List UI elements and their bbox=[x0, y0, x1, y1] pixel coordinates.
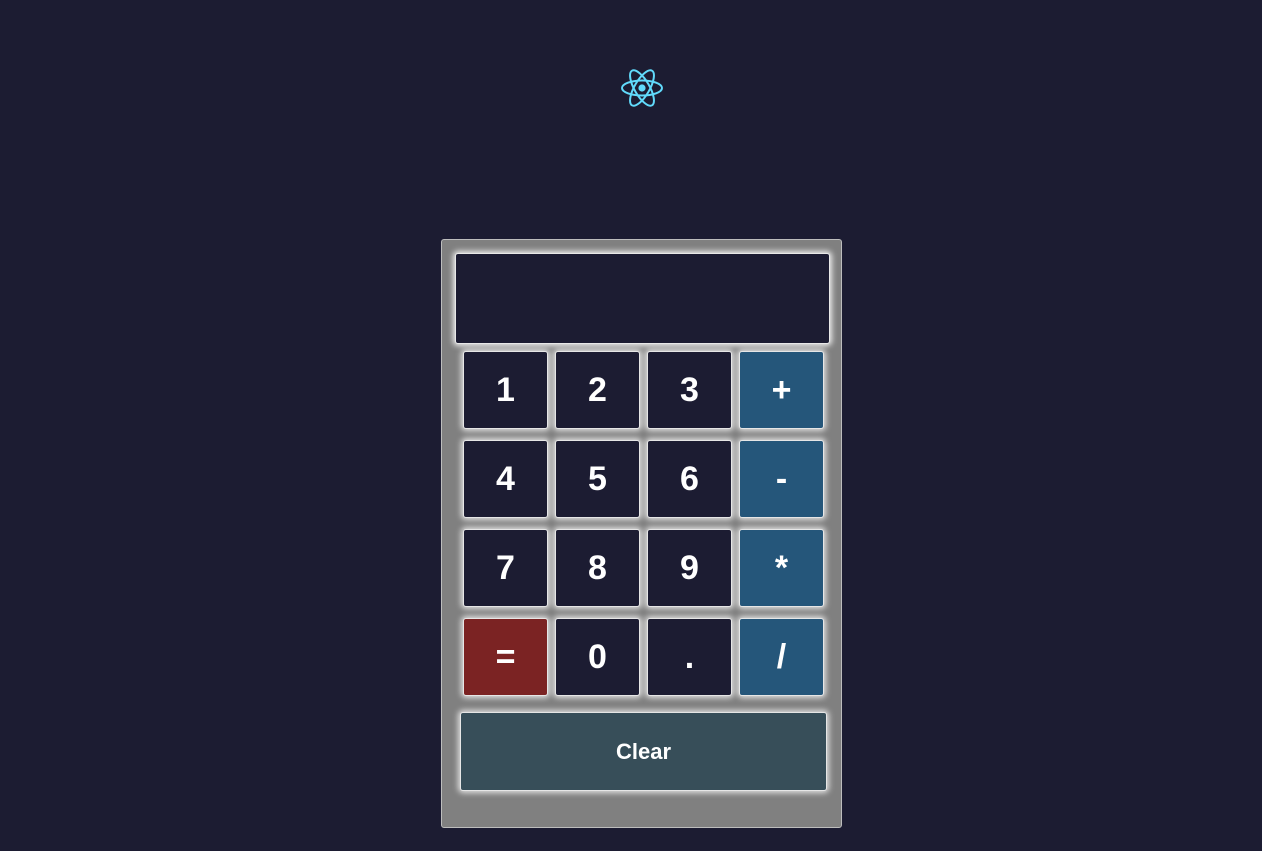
app: 1 2 3 + 4 5 6 - 7 8 9 * = 0 . / Clear bbox=[0, 0, 1262, 851]
calculator-display bbox=[455, 253, 830, 344]
divide-button[interactable]: / bbox=[739, 618, 824, 696]
clear-button[interactable]: Clear bbox=[460, 712, 827, 791]
key-4[interactable]: 4 bbox=[463, 440, 548, 518]
equals-button[interactable]: = bbox=[463, 618, 548, 696]
key-9[interactable]: 9 bbox=[647, 529, 732, 607]
key-3[interactable]: 3 bbox=[647, 351, 732, 429]
key-8[interactable]: 8 bbox=[555, 529, 640, 607]
key-2[interactable]: 2 bbox=[555, 351, 640, 429]
multiply-button[interactable]: * bbox=[739, 529, 824, 607]
key-7[interactable]: 7 bbox=[463, 529, 548, 607]
subtract-button[interactable]: - bbox=[739, 440, 824, 518]
keypad: 1 2 3 + 4 5 6 - 7 8 9 * = 0 . / bbox=[463, 351, 824, 698]
react-logo-icon bbox=[621, 69, 663, 107]
key-6[interactable]: 6 bbox=[647, 440, 732, 518]
calculator: 1 2 3 + 4 5 6 - 7 8 9 * = 0 . / Clear bbox=[441, 239, 842, 828]
key-5[interactable]: 5 bbox=[555, 440, 640, 518]
key-0[interactable]: 0 bbox=[555, 618, 640, 696]
decimal-button[interactable]: . bbox=[647, 618, 732, 696]
key-1[interactable]: 1 bbox=[463, 351, 548, 429]
add-button[interactable]: + bbox=[739, 351, 824, 429]
